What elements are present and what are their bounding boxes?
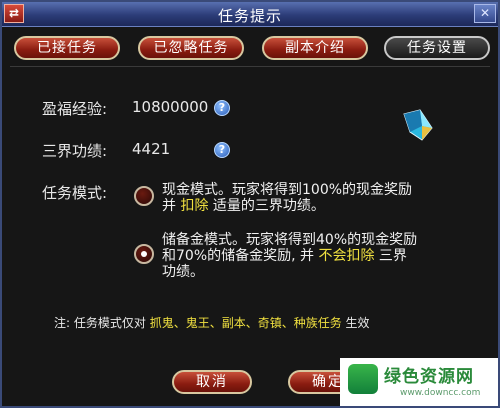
reserve-mode-description: 储备金模式。玩家将得到40%的现金奖励 和70%的储备金奖励, 并 不会扣除 三… (162, 232, 492, 280)
cash-mode-description: 现金模式。玩家将得到100%的现金奖励 并 扣除 适量的三界功绩。 (162, 182, 492, 214)
tab-accepted-tasks[interactable]: 已接任务 (14, 36, 120, 60)
exp-value: 10800000 (132, 98, 209, 116)
watermark-url: www.downcc.com (400, 388, 481, 398)
cash-mode-line1: 现金模式。玩家将得到100%的现金奖励 (162, 182, 413, 198)
crystal-icon (403, 109, 433, 141)
note-suffix: 生效 (341, 316, 370, 330)
merit-label: 三界功绩: (42, 142, 108, 160)
reserve-mode-line2-post: 三界 (374, 248, 407, 264)
close-icon[interactable]: ✕ (474, 4, 496, 23)
help-icon[interactable]: ? (214, 100, 230, 116)
watermark-logo-icon (348, 364, 378, 394)
mode-label: 任务模式: (42, 184, 108, 202)
merit-value: 4421 (132, 140, 171, 158)
exp-label: 盈福经验: (42, 100, 108, 118)
reserve-mode-line1: 储备金模式。玩家将得到40%的现金奖励 (162, 232, 418, 248)
window-title: 任务提示 (217, 7, 282, 25)
cash-mode-line2-post: 适量的三界功绩。 (208, 198, 325, 214)
reserve-mode-line3: 功绩。 (162, 264, 204, 280)
reserve-mode-line2: 和70%的储备金奖励, 并 不会扣除 三界 (162, 248, 492, 264)
task-prompt-window: ⇄ 任务提示 ✕ 已接任务 已忽略任务 副本介绍 任务设置 盈福经验: 1080… (0, 0, 500, 408)
tab-divider (10, 66, 490, 67)
cash-mode-line2-pre: 并 (162, 198, 181, 214)
site-watermark: 绿色资源网 www.downcc.com (340, 358, 498, 406)
tab-task-settings[interactable]: 任务设置 (384, 36, 490, 60)
mode-note: 注: 任务模式仅对 抓鬼、鬼王、副本、奇镇、种族任务 生效 (54, 314, 370, 331)
cash-mode-line2: 并 扣除 适量的三界功绩。 (162, 198, 492, 214)
watermark-text: 绿色资源网 (384, 367, 474, 387)
title-bar[interactable]: ⇄ 任务提示 ✕ (2, 2, 498, 27)
reserve-mode-no-deduct-highlight: 不会扣除 (318, 248, 375, 264)
cash-mode-radio[interactable] (134, 186, 154, 206)
note-task-list: 抓鬼、鬼王、副本、奇镇、种族任务 (149, 316, 342, 330)
note-prefix: 注: 任务模式仅对 (54, 316, 150, 330)
cancel-button[interactable]: 取消 (172, 370, 252, 394)
cash-mode-deduct-highlight: 扣除 (180, 198, 209, 214)
reserve-mode-radio[interactable] (134, 244, 154, 264)
tab-dungeon-intro[interactable]: 副本介绍 (262, 36, 368, 60)
reserve-mode-line2-pre: 和70%的储备金奖励, 并 (162, 248, 319, 264)
tab-ignored-tasks[interactable]: 已忽略任务 (138, 36, 244, 60)
help-icon[interactable]: ? (214, 142, 230, 158)
